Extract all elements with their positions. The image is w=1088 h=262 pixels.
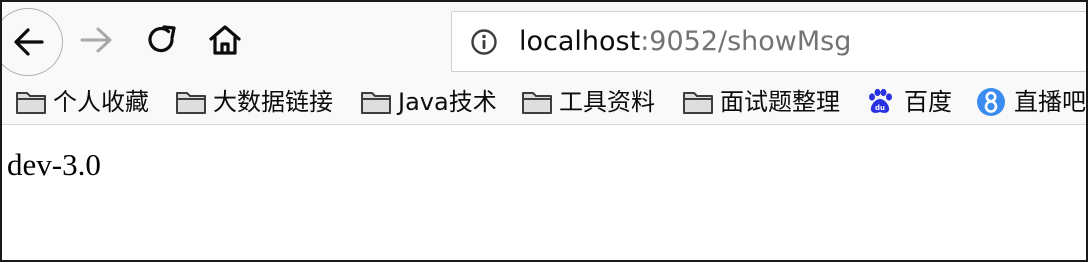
page-content: dev-3.0 [2,125,1086,260]
folder-icon [16,92,46,114]
back-button[interactable] [2,8,63,76]
reload-icon [148,25,176,53]
svg-text:du: du [875,104,885,112]
folder-icon [176,92,206,114]
info-icon[interactable] [470,28,498,56]
bookmark-label: 工具资料 [559,88,655,116]
bookmark-label: 大数据链接 [213,88,333,116]
arrow-right-icon [80,27,112,53]
folder-icon [522,92,552,114]
url-path: :9052/showMsg [640,26,852,57]
home-icon [209,25,241,55]
url-host: localhost [519,26,641,57]
bookmark-label: 百度 [904,88,952,116]
url-text[interactable]: localhost:9052/showMsg [519,25,851,59]
bookmark-label: 个人收藏 [53,88,149,116]
forward-button[interactable] [79,22,115,58]
folder-icon [683,92,713,114]
reload-button[interactable] [144,22,180,58]
response-text: dev-3.0 [7,147,101,182]
zhibo8-icon [977,88,1005,116]
bookmarks-toolbar: 个人收藏 大数据链接 Java技术 工具资料 面试题整理 du 百度 直播吧 [2,80,1086,125]
bookmark-label: 面试题整理 [720,88,840,116]
address-bar[interactable]: localhost:9052/showMsg [451,11,1086,72]
arrow-left-icon [14,28,44,56]
navigation-toolbar: localhost:9052/showMsg [2,2,1086,80]
home-button[interactable] [207,22,243,58]
bookmark-label: 直播吧 [1014,88,1086,116]
browser-window: localhost:9052/showMsg 个人收藏 大数据链接 Java技术 [0,0,1088,262]
bookmark-label: Java技术 [398,88,497,116]
baidu-paw-icon: du [869,88,892,113]
folder-icon [361,92,391,114]
